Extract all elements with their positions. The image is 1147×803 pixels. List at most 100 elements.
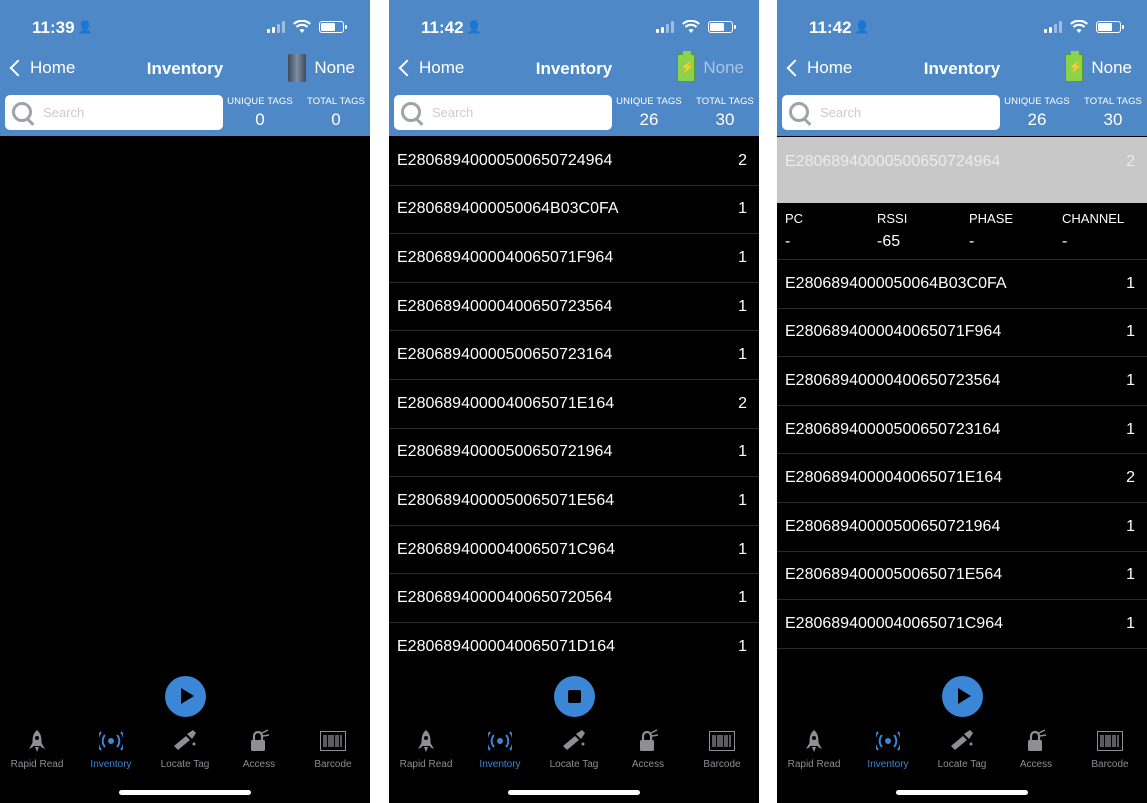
tag-epc: E2806894000040065071E164 <box>785 469 1003 487</box>
person-icon: 👤 <box>77 20 93 34</box>
reader-name: None <box>314 58 355 77</box>
detail-phase: PHASE - <box>969 211 1013 251</box>
detail-label: PC <box>785 211 804 226</box>
tab-bar: Rapid Read Inventory Locate Tag Access B… <box>389 728 759 773</box>
status-time: 11:39 <box>32 18 75 37</box>
reader-status-button[interactable]: None <box>1065 51 1132 82</box>
locate-tag-icon <box>561 728 587 754</box>
tab-barcode[interactable]: Barcode <box>1073 728 1147 773</box>
start-inventory-button[interactable] <box>942 676 983 717</box>
start-inventory-button[interactable] <box>165 676 206 717</box>
tab-inventory[interactable]: Inventory <box>851 728 925 773</box>
tab-locate-tag[interactable]: Locate Tag <box>148 728 222 773</box>
search-input[interactable] <box>432 105 602 120</box>
tag-count: 1 <box>738 589 747 607</box>
tag-row[interactable]: E28068940000400650723564 1 <box>777 357 1147 406</box>
tag-epc: E28068940000400650720564 <box>397 589 613 607</box>
tag-epc: E28068940000500650724964 <box>785 153 1001 170</box>
tab-inventory[interactable]: Inventory <box>463 728 537 773</box>
reader-status-button[interactable]: None <box>677 51 744 82</box>
search-box[interactable] <box>5 95 223 130</box>
person-icon: 👤 <box>854 20 870 34</box>
tab-label: Access <box>631 759 665 770</box>
tag-epc: E2806894000040065071C964 <box>397 540 615 558</box>
tag-epc: E2806894000050065071E564 <box>397 491 615 509</box>
tag-epc: E2806894000050065071E564 <box>785 566 1003 584</box>
tag-row[interactable]: E2806894000040065071E164 2 <box>777 454 1147 503</box>
tab-barcode[interactable]: Barcode <box>685 728 759 773</box>
tag-row[interactable]: E28068940000500650721964 1 <box>389 429 759 478</box>
tab-access[interactable]: Access <box>222 728 296 773</box>
tab-locate-tag[interactable]: Locate Tag <box>537 728 611 773</box>
tag-row[interactable]: E2806894000050065071E564 1 <box>389 477 759 526</box>
total-tags-label: TOTAL TAGS <box>1083 96 1142 107</box>
phone-battery-icon <box>708 21 736 33</box>
tag-list[interactable]: E28068940000500650724964 2 PC - RSSI -65 PH… <box>777 137 1147 665</box>
unique-tags-counter: UNIQUE TAGS 26 <box>611 96 687 130</box>
tag-row[interactable]: E28068940000400650723564 1 <box>389 283 759 332</box>
total-tags-value: 0 <box>331 110 341 129</box>
home-indicator[interactable] <box>508 790 640 795</box>
search-box[interactable] <box>782 95 1000 130</box>
tab-access[interactable]: Access <box>999 728 1073 773</box>
home-indicator[interactable] <box>896 790 1028 795</box>
cellular-signal-icon <box>1044 21 1062 33</box>
tag-row[interactable]: E28068940000500650724964 2 <box>389 137 759 186</box>
barcode-icon <box>709 728 735 754</box>
tag-row[interactable]: E28068940000500650723164 1 <box>777 406 1147 455</box>
back-button[interactable]: Home <box>8 58 75 78</box>
detail-label: CHANNEL <box>1062 211 1125 226</box>
tag-row[interactable]: E2806894000050064B03C0FA 1 <box>777 260 1147 309</box>
barcode-icon <box>1097 728 1123 754</box>
reader-battery-charging-icon <box>677 51 696 82</box>
tab-rapid-read[interactable]: Rapid Read <box>0 728 74 773</box>
tag-epc: E28068940000500650721964 <box>397 443 613 461</box>
back-label: Home <box>30 58 76 77</box>
tag-list[interactable]: E28068940000500650724964 2 E2806894000050… <box>389 137 759 658</box>
unique-tags-value: 0 <box>255 110 265 129</box>
unique-tags-counter: UNIQUE TAGS 26 <box>999 96 1075 130</box>
tag-epc: E28068940000500650721964 <box>785 517 1001 535</box>
back-button[interactable]: Home <box>397 58 464 78</box>
phone-battery-icon <box>1096 21 1124 33</box>
tag-row[interactable]: E28068940000500650721964 1 <box>777 503 1147 552</box>
back-button[interactable]: Home <box>785 58 852 78</box>
home-indicator[interactable] <box>119 790 251 795</box>
tag-row[interactable]: E2806894000050064B03C0FA 1 <box>389 186 759 235</box>
tag-count: 1 <box>1126 323 1135 341</box>
inventory-icon <box>488 728 512 754</box>
tab-locate-tag[interactable]: Locate Tag <box>925 728 999 773</box>
tag-row[interactable]: E2806894000040065071D164 1 <box>389 623 759 658</box>
tag-count: 1 <box>738 491 747 509</box>
tab-bar: Rapid Read Inventory Locate Tag Access B… <box>777 728 1147 773</box>
tag-row[interactable]: E2806894000040065071F964 1 <box>389 234 759 283</box>
chevron-left-icon <box>9 59 27 77</box>
tag-epc: E28068940000400650723564 <box>397 297 613 315</box>
tab-label: Inventory <box>90 759 132 770</box>
tag-row[interactable]: E2806894000040065071E164 2 <box>389 380 759 429</box>
tab-access[interactable]: Access <box>611 728 685 773</box>
tag-row[interactable]: E28068940000500650723164 1 <box>389 331 759 380</box>
tag-row[interactable]: E2806894000050065071E564 1 <box>777 552 1147 601</box>
tag-row[interactable]: E2806894000040065071F964 1 <box>777 309 1147 358</box>
tag-row[interactable]: E28068940000400650720564 1 <box>389 574 759 623</box>
tag-count: 1 <box>1126 274 1135 292</box>
tab-inventory[interactable]: Inventory <box>74 728 148 773</box>
tag-list[interactable] <box>0 137 370 653</box>
tab-label: Inventory <box>479 759 521 770</box>
unique-tags-label: UNIQUE TAGS <box>616 96 682 107</box>
stop-inventory-button[interactable] <box>554 676 595 717</box>
tag-row[interactable]: E2806894000040065071C964 1 <box>389 526 759 575</box>
play-icon <box>958 688 971 704</box>
selected-tag-row[interactable]: E28068940000500650724964 2 <box>777 137 1147 203</box>
barcode-icon <box>320 728 346 754</box>
tag-row[interactable]: E2806894000040065071C964 1 <box>777 600 1147 649</box>
tab-barcode[interactable]: Barcode <box>296 728 370 773</box>
reader-status-button[interactable]: None <box>288 54 355 82</box>
tab-rapid-read[interactable]: Rapid Read <box>777 728 851 773</box>
tab-rapid-read[interactable]: Rapid Read <box>389 728 463 773</box>
tab-label: Access <box>242 759 276 770</box>
search-input[interactable] <box>43 105 213 120</box>
search-box[interactable] <box>394 95 612 130</box>
search-input[interactable] <box>820 105 990 120</box>
